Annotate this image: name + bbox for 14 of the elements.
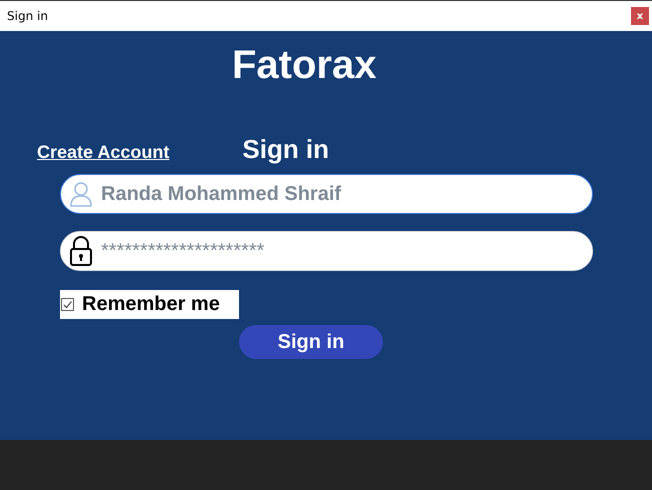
lock-icon: [69, 236, 93, 266]
user-icon: [69, 181, 93, 207]
password-input[interactable]: *********************: [101, 240, 561, 262]
create-account-link[interactable]: Create Account: [37, 142, 170, 163]
input-field[interactable]: Randa Mohammed Shraif: [60, 174, 593, 214]
input-field[interactable]: *********************: [60, 231, 593, 271]
close-button[interactable]: x: [631, 7, 649, 25]
window-title: Sign in: [7, 9, 48, 23]
username-input[interactable]: Randa Mohammed Shraif: [101, 182, 561, 206]
checkbox[interactable]: [61, 298, 74, 311]
app-title: Fatorax: [232, 43, 376, 87]
sign-in-heading: Sign in: [242, 134, 330, 164]
remember-me-label[interactable]: Remember me: [82, 293, 220, 316]
sign-in-button[interactable]: Sign in: [239, 325, 383, 359]
